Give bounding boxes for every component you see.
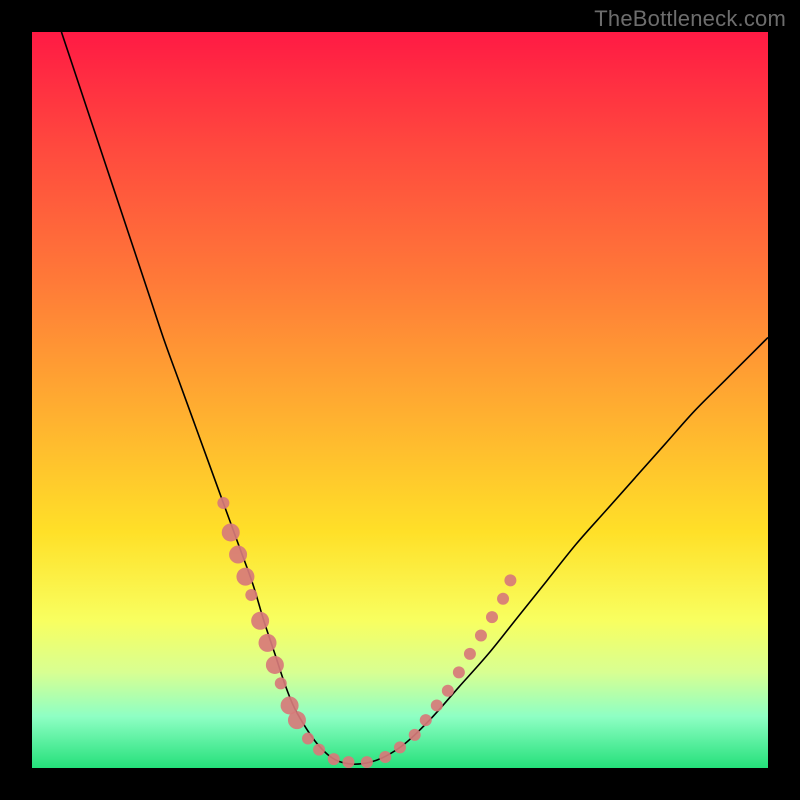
curve-marker [313,744,325,756]
curve-marker [409,729,421,741]
curve-marker [486,611,498,623]
curve-marker [275,677,287,689]
watermark-text: TheBottleneck.com [594,6,786,32]
curve-marker [379,751,391,763]
curve-marker [251,612,269,630]
chart-svg [32,32,768,768]
curve-marker [245,589,257,601]
curve-marker [302,733,314,745]
curve-marker [217,497,229,509]
curve-marker [504,574,516,586]
curve-marker [420,714,432,726]
curve-marker [229,546,247,564]
curve-marker [236,568,254,586]
curve-marker [222,523,240,541]
curve-marker [328,753,340,765]
curve-marker [288,711,306,729]
curve-marker [266,656,284,674]
curve-marker [394,741,406,753]
curve-marker [259,634,277,652]
curve-marker [475,630,487,642]
curve-marker [442,685,454,697]
curve-marker [497,593,509,605]
marker-layer [217,497,516,768]
curve-marker [431,699,443,711]
plot-area [32,32,768,768]
curve-marker [361,756,373,768]
curve-marker [464,648,476,660]
bottleneck-curve [61,32,768,764]
chart-frame: TheBottleneck.com [0,0,800,800]
curve-marker [342,756,354,768]
curve-marker [453,666,465,678]
